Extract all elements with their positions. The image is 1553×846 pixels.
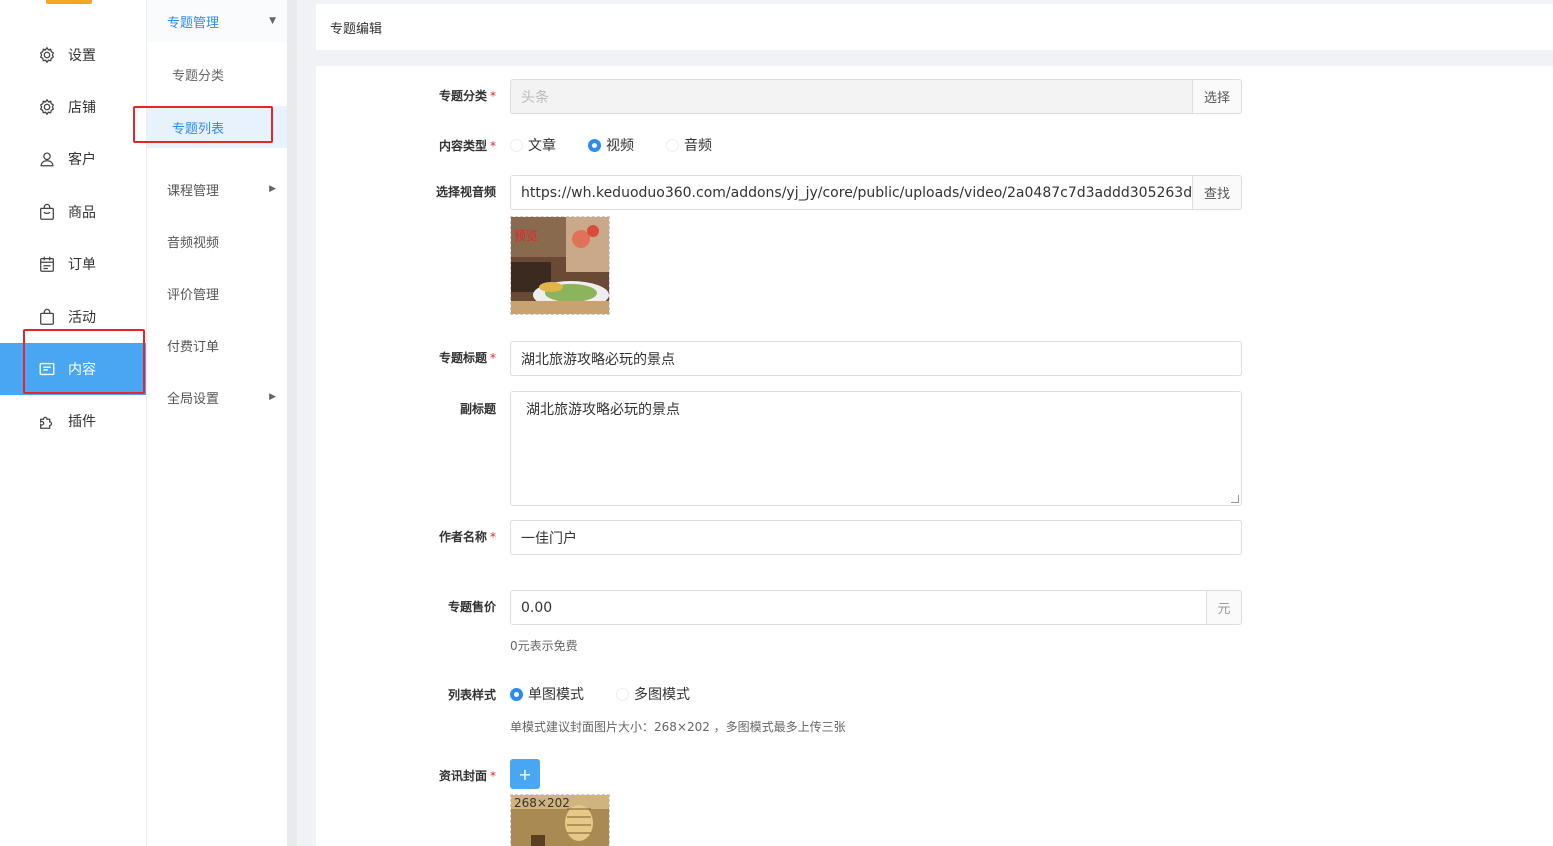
sub-group-global-settings[interactable]: 全局设置 ▶ — [147, 371, 288, 423]
nav-item-label: 插件 — [68, 414, 96, 430]
price-input[interactable]: 0.00 — [510, 590, 1208, 625]
user-icon — [38, 150, 56, 168]
sub-item-label: 评价管理 — [167, 287, 220, 303]
radio-dot — [616, 687, 629, 701]
sub-item-label: 专题分类 — [172, 68, 225, 84]
title-label: 专题标题 * — [438, 351, 496, 365]
calendar-icon — [38, 255, 56, 273]
title-value: 湖北旅游攻略必玩的景点 — [521, 351, 675, 368]
logo — [46, 0, 92, 4]
caret-right-icon: ▶ — [269, 184, 276, 194]
category-placeholder: 头条 — [521, 89, 549, 106]
choose-button[interactable]: 选择 — [1192, 79, 1242, 114]
sidebar-scrollbar[interactable] — [287, 0, 297, 846]
price-label: 专题售价 — [447, 600, 496, 614]
nav-item-plugins[interactable]: 插件 — [0, 395, 146, 447]
radio-video[interactable]: 视频 — [588, 135, 634, 155]
author-input[interactable]: 一佳门户 — [510, 520, 1242, 555]
sub-item-topic-list[interactable]: 专题列表 — [147, 106, 288, 148]
nav-item-label: 内容 — [68, 362, 96, 378]
nav-item-store[interactable]: 店铺 — [0, 81, 146, 133]
page-header: 专题编辑 — [316, 4, 1553, 50]
caret-down-icon: ▼ — [269, 16, 276, 26]
preview-tag: 预览 — [514, 229, 539, 243]
gear-icon — [38, 98, 56, 116]
sub-group-label: 课程管理 — [167, 183, 220, 199]
sub-item-label: 专题列表 — [172, 121, 225, 137]
sub-group-label: 全局设置 — [167, 391, 220, 407]
nav-item-label: 客户 — [68, 152, 96, 168]
article-icon — [38, 360, 56, 378]
nav-item-settings[interactable]: 设置 — [0, 29, 146, 81]
video-url-input[interactable]: https://wh.keduoduo360.com/addons/yj_jy/… — [510, 175, 1194, 210]
video-url-value: https://wh.keduoduo360.com/addons/yj_jy/… — [521, 184, 1193, 201]
sub-item-paid-orders[interactable]: 付费订单 — [147, 319, 288, 371]
secondary-sidebar: 专题管理 ▼ 专题分类 专题列表 课程管理 ▶ 音频视频 评价管理 付费订单 全… — [146, 0, 288, 846]
category-input[interactable]: 头条 — [510, 79, 1194, 114]
cover-size-tag: 268×202 — [514, 796, 570, 810]
nav-item-activities[interactable]: 活动 — [0, 291, 146, 343]
bag-icon — [38, 203, 56, 221]
find-button[interactable]: 查找 — [1192, 175, 1242, 210]
sub-item-topic-category[interactable]: 专题分类 — [147, 53, 288, 95]
nav-item-label: 商品 — [68, 205, 96, 221]
caret-right-icon: ▶ — [269, 392, 276, 402]
nav-item-products[interactable]: 商品 — [0, 186, 146, 238]
price-value: 0.00 — [521, 599, 553, 616]
price-unit: 元 — [1206, 590, 1242, 625]
radio-dot — [510, 138, 523, 152]
cover-thumbnail[interactable]: 268×202 — [510, 794, 610, 846]
sub-item-review[interactable]: 评价管理 — [147, 267, 288, 319]
main-sidebar: 设置 店铺 客户 商品 订单 活动 内容 插件 — [0, 0, 146, 846]
nav-item-content[interactable]: 内容 — [0, 343, 146, 395]
sub-group-label: 专题管理 — [167, 15, 220, 31]
price-hint: 0元表示免费 — [510, 639, 578, 653]
list-style-hint: 单模式建议封面图片大小：268×202 ，多图模式最多上传三张 — [510, 720, 846, 734]
radio-dot-selected — [588, 138, 601, 152]
add-cover-button[interactable]: + — [510, 759, 540, 789]
subtitle-value: 湖北旅游攻略必玩的景点 — [526, 402, 680, 418]
video-preview-thumbnail[interactable]: 预览 — [510, 216, 610, 315]
cover-label: 资讯封面 * — [438, 769, 496, 783]
radio-single-image[interactable]: 单图模式 — [510, 684, 584, 704]
nav-item-label: 店铺 — [68, 100, 96, 116]
subtitle-label: 副标题 — [459, 402, 496, 416]
radio-audio[interactable]: 音频 — [666, 135, 712, 155]
list-style-label: 列表样式 — [447, 688, 496, 702]
sub-group-course[interactable]: 课程管理 ▶ — [147, 163, 288, 215]
nav-item-orders[interactable]: 订单 — [0, 238, 146, 290]
bag-icon — [38, 308, 56, 326]
sub-group-topic[interactable]: 专题管理 ▼ — [147, 0, 288, 42]
author-label: 作者名称 * — [438, 530, 496, 544]
radio-dot — [666, 138, 679, 152]
radio-article[interactable]: 文章 — [510, 135, 556, 155]
edit-form: 专题分类 * 头条 选择 内容类型 * 文章 视频 音频 选择视音频 https:/… — [316, 66, 1553, 846]
puzzle-icon — [38, 412, 56, 430]
gear-icon — [38, 46, 56, 64]
subtitle-textarea[interactable]: 湖北旅游攻略必玩的景点 — [510, 391, 1242, 506]
author-value: 一佳门户 — [521, 530, 577, 547]
radio-multi-image[interactable]: 多图模式 — [616, 684, 690, 704]
nav-item-customers[interactable]: 客户 — [0, 133, 146, 185]
resize-handle[interactable] — [1231, 495, 1239, 503]
title-input[interactable]: 湖北旅游攻略必玩的景点 — [510, 341, 1242, 376]
video-label: 选择视音频 — [435, 185, 496, 199]
category-label: 专题分类 * — [438, 89, 496, 103]
page-title: 专题编辑 — [330, 21, 383, 37]
sub-item-label: 音频视频 — [167, 235, 220, 251]
content-type-label: 内容类型 * — [438, 139, 496, 153]
sub-item-label: 付费订单 — [167, 339, 220, 355]
nav-item-label: 设置 — [68, 48, 96, 64]
radio-dot-selected — [510, 687, 523, 701]
nav-item-label: 订单 — [68, 257, 96, 273]
sub-item-audio-video[interactable]: 音频视频 — [147, 215, 288, 267]
nav-item-label: 活动 — [68, 310, 96, 326]
